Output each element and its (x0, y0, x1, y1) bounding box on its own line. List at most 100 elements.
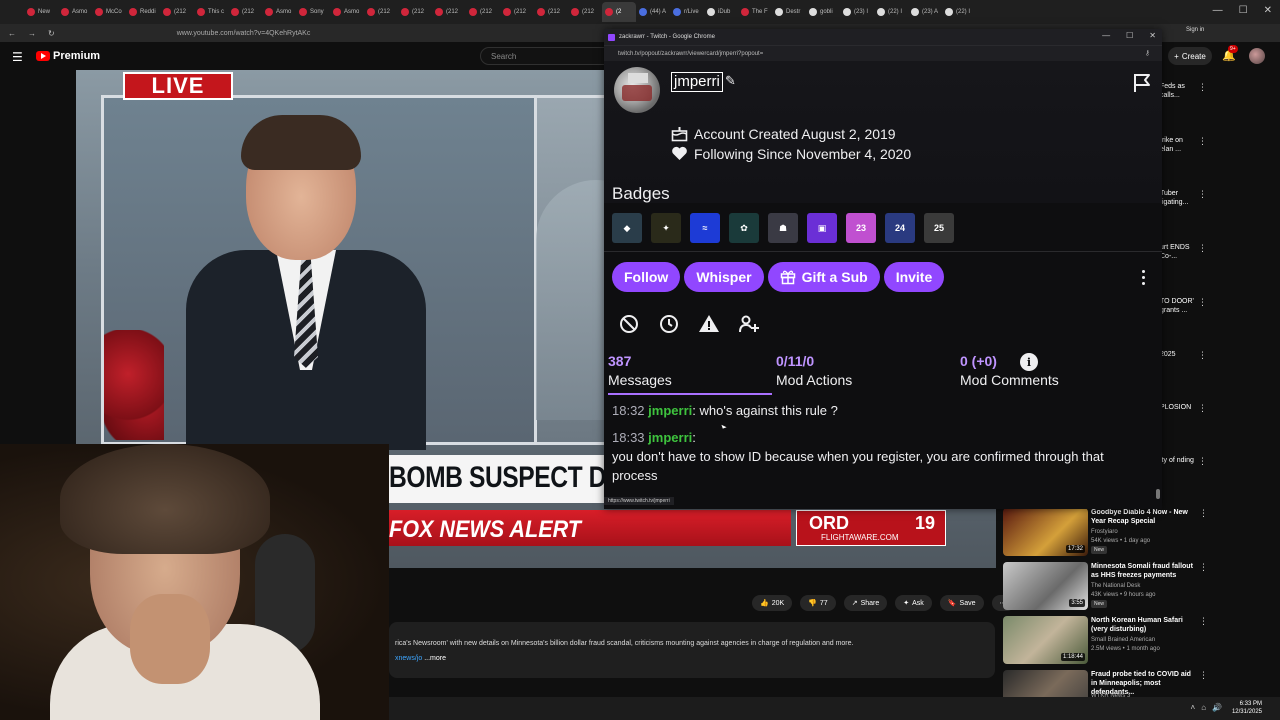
description-link[interactable]: xnews/jo (395, 655, 422, 662)
sub-2023-badge[interactable]: 23 (846, 213, 876, 243)
recommendation-menu-icon[interactable]: ⋮ (1199, 562, 1208, 573)
ban-icon[interactable] (618, 313, 640, 335)
wing-badge[interactable]: ✦ (651, 213, 681, 243)
forward-icon[interactable]: → (28, 29, 36, 38)
recommendation-title-fragment[interactable]: trike on elan ... (1160, 136, 1196, 154)
message-username[interactable]: jmperri (648, 403, 692, 418)
green-creature-badge[interactable]: ✿ (729, 213, 759, 243)
recommendation-title-fragment[interactable]: Feds as calls... (1160, 82, 1196, 100)
taskbar-clock[interactable]: 6:33 PM 12/31/2025 (1232, 700, 1262, 716)
message-username[interactable]: jmperri (648, 430, 692, 445)
sub-2024-badge[interactable]: 24 (885, 213, 915, 243)
recommendation-menu-icon[interactable]: ⋮ (1198, 243, 1207, 254)
recommendation-menu-icon[interactable]: ⋮ (1199, 508, 1208, 519)
viewer-username[interactable]: jmperri (671, 72, 723, 92)
browser-tab[interactable]: McCo (92, 2, 126, 22)
more-options-icon[interactable] (1134, 267, 1152, 287)
browser-tab[interactable]: (2 (602, 2, 636, 22)
helmet-badge[interactable]: ☗ (768, 213, 798, 243)
ask-button[interactable]: ✦ Ask (895, 595, 932, 611)
follow-button[interactable]: Follow (612, 262, 681, 292)
mod-comments-tab[interactable]: 0 (+0) Mod Comments (960, 353, 1059, 388)
warning-icon[interactable] (698, 313, 720, 335)
popout-maximize-icon[interactable]: ☐ (1126, 31, 1133, 40)
browser-tab[interactable]: (212 (398, 2, 432, 22)
browser-tab[interactable]: (44) A (636, 2, 670, 22)
recommendation-menu-icon[interactable]: ⋮ (1199, 616, 1208, 627)
popout-url[interactable]: twitch.tv/popout/zackrawrr/viewercard/jm… (618, 51, 763, 57)
recommendation-title[interactable]: Minnesota Somali fraud fallout as HHS fr… (1091, 562, 1199, 580)
browser-tab[interactable]: (23) I (840, 2, 874, 22)
invite-button[interactable]: Invite (883, 262, 945, 292)
like-button[interactable]: 👍 20K (752, 595, 793, 611)
recommendation-menu-icon[interactable]: ⋮ (1198, 136, 1207, 147)
browser-tab[interactable]: (212 (534, 2, 568, 22)
sub-2025-badge[interactable]: 25 (924, 213, 954, 243)
video-description[interactable]: rica's Newsroom' with new details on Min… (389, 622, 995, 678)
reload-icon[interactable]: ↻ (48, 29, 55, 38)
recommendation-channel[interactable]: The National Desk (1091, 583, 1140, 589)
browser-tab[interactable]: This c (194, 2, 228, 22)
close-icon[interactable]: ✕ (1264, 5, 1272, 16)
browser-tab[interactable]: (212 (364, 2, 398, 22)
recommendation-title-fragment[interactable]: 2025 (1160, 350, 1196, 359)
back-icon[interactable]: ← (8, 29, 16, 38)
recommendation-channel[interactable]: Frostyiaro (1091, 529, 1118, 535)
volume-icon[interactable]: 🔊 (1212, 703, 1222, 712)
browser-tab[interactable]: (212 (466, 2, 500, 22)
browser-tab[interactable]: (212 (160, 2, 194, 22)
recommendation-menu-icon[interactable]: ⋮ (1198, 456, 1207, 467)
browser-tab[interactable]: (23) A (908, 2, 942, 22)
browser-tab[interactable]: (212 (568, 2, 602, 22)
blue-swirl-badge[interactable]: ≈ (690, 213, 720, 243)
recommendation-thumbnail[interactable]: 1:18:44 (1003, 616, 1088, 664)
key-icon[interactable]: ⚷ (1145, 49, 1150, 57)
recommendation-item[interactable]: 17:32 Goodbye Diablo 4 Now - New Year Rec… (1003, 508, 1273, 558)
save-button[interactable]: 🔖 Save (939, 595, 984, 611)
diamond-badge[interactable]: ◆ (612, 213, 642, 243)
whisper-button[interactable]: Whisper (684, 262, 764, 292)
popout-minimize-icon[interactable]: — (1102, 31, 1110, 40)
search-input[interactable]: Search (480, 47, 610, 65)
report-flag-icon[interactable] (1131, 72, 1153, 94)
user-avatar[interactable] (1249, 48, 1265, 64)
chat-scrollbar[interactable] (1155, 397, 1161, 507)
recommendation-menu-icon[interactable]: ⋮ (1198, 350, 1207, 361)
browser-tab[interactable]: Asmo (330, 2, 364, 22)
youtube-logo[interactable]: Premium (36, 50, 100, 62)
dislike-button[interactable]: 👎 77 (800, 595, 836, 611)
browser-tab[interactable]: iDub (704, 2, 738, 22)
browser-tab[interactable]: (212 (228, 2, 262, 22)
maximize-icon[interactable]: ☐ (1239, 5, 1248, 16)
chevron-up-icon[interactable]: ˄ (1191, 703, 1196, 712)
show-more-link[interactable]: ...more (424, 655, 446, 662)
mod-actions-tab[interactable]: 0/11/0 Mod Actions (776, 353, 852, 388)
user-avatar-image[interactable] (614, 67, 660, 113)
recommendation-title-fragment[interactable]: PLOSION (1160, 403, 1196, 412)
popout-close-icon[interactable]: ✕ (1149, 31, 1156, 40)
browser-tab[interactable]: New (24, 2, 58, 22)
recommendation-menu-icon[interactable]: ⋮ (1198, 189, 1207, 200)
pencil-edit-icon[interactable]: ✎ (725, 73, 736, 89)
purple-card-badge[interactable]: ▣ (807, 213, 837, 243)
minimize-icon[interactable]: — (1213, 5, 1223, 16)
network-icon[interactable]: ⌂ (1201, 703, 1206, 712)
browser-tab[interactable]: (22) I (942, 2, 976, 22)
hamburger-menu-icon[interactable]: ☰ (12, 50, 23, 64)
share-button[interactable]: ↗ Share (843, 595, 888, 611)
recommendation-menu-icon[interactable]: ⋮ (1198, 82, 1207, 93)
timeout-clock-icon[interactable] (658, 313, 680, 335)
browser-tab[interactable]: Destr (772, 2, 806, 22)
recommendation-title[interactable]: Goodbye Diablo 4 Now - New Year Recap Sp… (1091, 508, 1199, 526)
browser-tab[interactable]: Asmo (262, 2, 296, 22)
notifications-bell-icon[interactable]: 🔔 9+ (1222, 45, 1238, 62)
recommendation-channel[interactable]: Small Brained American (1091, 637, 1155, 643)
recommendation-title-fragment[interactable]: ity of nding (1160, 456, 1196, 465)
scrollbar-thumb[interactable] (1156, 489, 1160, 499)
browser-tab[interactable]: Sony (296, 2, 330, 22)
browser-tab[interactable]: The F (738, 2, 772, 22)
recommendation-title-fragment[interactable]: TO DOOR' grants ... (1160, 297, 1196, 315)
browser-tab[interactable]: Asmo (58, 2, 92, 22)
recommendation-thumbnail[interactable]: 3:55 (1003, 562, 1088, 610)
recommendation-title[interactable]: North Korean Human Safari (very disturbi… (1091, 616, 1199, 634)
